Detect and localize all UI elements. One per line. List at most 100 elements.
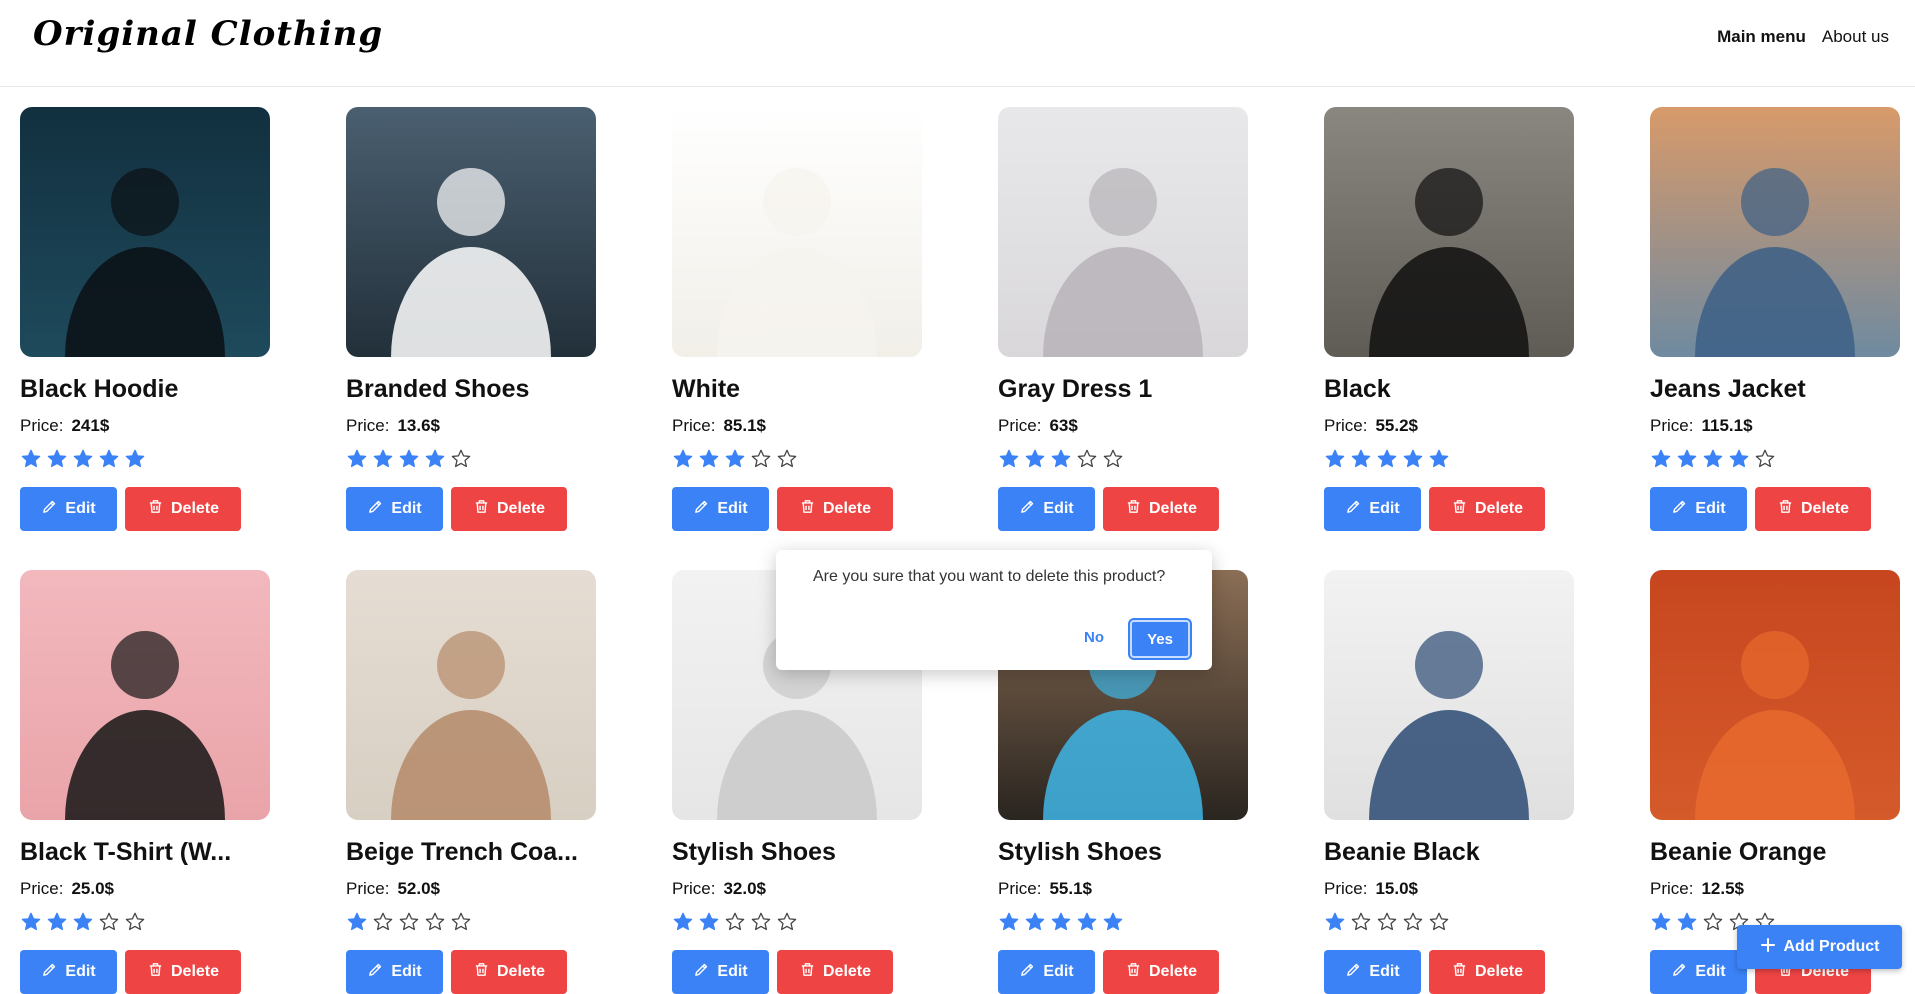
star-filled-icon[interactable] xyxy=(998,448,1020,470)
edit-button[interactable]: Edit xyxy=(1650,950,1747,994)
star-filled-icon[interactable] xyxy=(724,448,746,470)
star-filled-icon[interactable] xyxy=(346,911,368,933)
star-filled-icon[interactable] xyxy=(1650,448,1672,470)
product-image[interactable] xyxy=(1324,107,1574,357)
product-image[interactable] xyxy=(346,570,596,820)
trash-icon xyxy=(1125,498,1142,520)
edit-button[interactable]: Edit xyxy=(20,487,117,531)
star-empty-icon[interactable] xyxy=(724,911,746,933)
star-filled-icon[interactable] xyxy=(98,448,120,470)
star-empty-icon[interactable] xyxy=(398,911,420,933)
star-filled-icon[interactable] xyxy=(1024,911,1046,933)
edit-button[interactable]: Edit xyxy=(346,950,443,994)
star-filled-icon[interactable] xyxy=(1728,448,1750,470)
star-empty-icon[interactable] xyxy=(750,911,772,933)
delete-button[interactable]: Delete xyxy=(451,487,567,531)
edit-button[interactable]: Edit xyxy=(20,950,117,994)
star-filled-icon[interactable] xyxy=(1024,448,1046,470)
star-empty-icon[interactable] xyxy=(1376,911,1398,933)
product-image[interactable] xyxy=(20,570,270,820)
star-filled-icon[interactable] xyxy=(1676,911,1698,933)
star-filled-icon[interactable] xyxy=(20,911,42,933)
dialog-yes-button[interactable]: Yes xyxy=(1130,620,1190,658)
star-filled-icon[interactable] xyxy=(1676,448,1698,470)
star-filled-icon[interactable] xyxy=(1428,448,1450,470)
star-empty-icon[interactable] xyxy=(98,911,120,933)
edit-button[interactable]: Edit xyxy=(346,487,443,531)
product-image[interactable] xyxy=(998,107,1248,357)
star-filled-icon[interactable] xyxy=(46,911,68,933)
star-filled-icon[interactable] xyxy=(1102,911,1124,933)
star-filled-icon[interactable] xyxy=(698,911,720,933)
star-empty-icon[interactable] xyxy=(1702,911,1724,933)
star-filled-icon[interactable] xyxy=(424,448,446,470)
edit-button[interactable]: Edit xyxy=(1324,487,1421,531)
star-filled-icon[interactable] xyxy=(124,448,146,470)
star-filled-icon[interactable] xyxy=(1050,911,1072,933)
star-filled-icon[interactable] xyxy=(1376,448,1398,470)
edit-button[interactable]: Edit xyxy=(1324,950,1421,994)
dialog-no-button[interactable]: No xyxy=(1078,628,1110,647)
star-filled-icon[interactable] xyxy=(46,448,68,470)
star-empty-icon[interactable] xyxy=(124,911,146,933)
brand-logo[interactable]: Original Clothing xyxy=(33,14,383,54)
star-empty-icon[interactable] xyxy=(450,911,472,933)
product-image[interactable] xyxy=(672,107,922,357)
star-filled-icon[interactable] xyxy=(672,448,694,470)
star-empty-icon[interactable] xyxy=(776,911,798,933)
star-empty-icon[interactable] xyxy=(372,911,394,933)
star-filled-icon[interactable] xyxy=(1402,448,1424,470)
star-filled-icon[interactable] xyxy=(1350,448,1372,470)
star-filled-icon[interactable] xyxy=(1650,911,1672,933)
star-empty-icon[interactable] xyxy=(1350,911,1372,933)
delete-button[interactable]: Delete xyxy=(1429,950,1545,994)
star-filled-icon[interactable] xyxy=(1050,448,1072,470)
star-filled-icon[interactable] xyxy=(346,448,368,470)
product-image[interactable] xyxy=(1650,107,1900,357)
star-empty-icon[interactable] xyxy=(1102,448,1124,470)
star-empty-icon[interactable] xyxy=(776,448,798,470)
star-filled-icon[interactable] xyxy=(998,911,1020,933)
edit-button[interactable]: Edit xyxy=(1650,487,1747,531)
delete-button[interactable]: Delete xyxy=(777,487,893,531)
product-image[interactable] xyxy=(1324,570,1574,820)
delete-button[interactable]: Delete xyxy=(1103,950,1219,994)
star-filled-icon[interactable] xyxy=(1702,448,1724,470)
star-filled-icon[interactable] xyxy=(398,448,420,470)
add-product-button[interactable]: Add Product xyxy=(1737,925,1902,969)
product-image[interactable] xyxy=(346,107,596,357)
delete-button[interactable]: Delete xyxy=(1103,487,1219,531)
star-empty-icon[interactable] xyxy=(750,448,772,470)
star-filled-icon[interactable] xyxy=(672,911,694,933)
rating-stars xyxy=(1324,448,1574,470)
star-filled-icon[interactable] xyxy=(72,911,94,933)
star-filled-icon[interactable] xyxy=(20,448,42,470)
star-filled-icon[interactable] xyxy=(698,448,720,470)
product-image[interactable] xyxy=(20,107,270,357)
product-image[interactable] xyxy=(1650,570,1900,820)
star-empty-icon[interactable] xyxy=(424,911,446,933)
nav-about-us[interactable]: About us xyxy=(1822,27,1889,47)
delete-button[interactable]: Delete xyxy=(451,950,567,994)
delete-button[interactable]: Delete xyxy=(1429,487,1545,531)
delete-button[interactable]: Delete xyxy=(125,487,241,531)
delete-button[interactable]: Delete xyxy=(1755,487,1871,531)
star-filled-icon[interactable] xyxy=(1076,911,1098,933)
star-empty-icon[interactable] xyxy=(1428,911,1450,933)
star-filled-icon[interactable] xyxy=(1324,911,1346,933)
price-value: 241$ xyxy=(71,416,110,435)
star-empty-icon[interactable] xyxy=(1076,448,1098,470)
delete-button[interactable]: Delete xyxy=(777,950,893,994)
star-filled-icon[interactable] xyxy=(72,448,94,470)
star-filled-icon[interactable] xyxy=(1324,448,1346,470)
star-empty-icon[interactable] xyxy=(1754,448,1776,470)
nav-main-menu[interactable]: Main menu xyxy=(1717,27,1806,47)
edit-button[interactable]: Edit xyxy=(672,487,769,531)
edit-button[interactable]: Edit xyxy=(998,950,1095,994)
edit-button[interactable]: Edit xyxy=(672,950,769,994)
star-empty-icon[interactable] xyxy=(450,448,472,470)
star-filled-icon[interactable] xyxy=(372,448,394,470)
edit-button[interactable]: Edit xyxy=(998,487,1095,531)
star-empty-icon[interactable] xyxy=(1402,911,1424,933)
delete-button[interactable]: Delete xyxy=(125,950,241,994)
